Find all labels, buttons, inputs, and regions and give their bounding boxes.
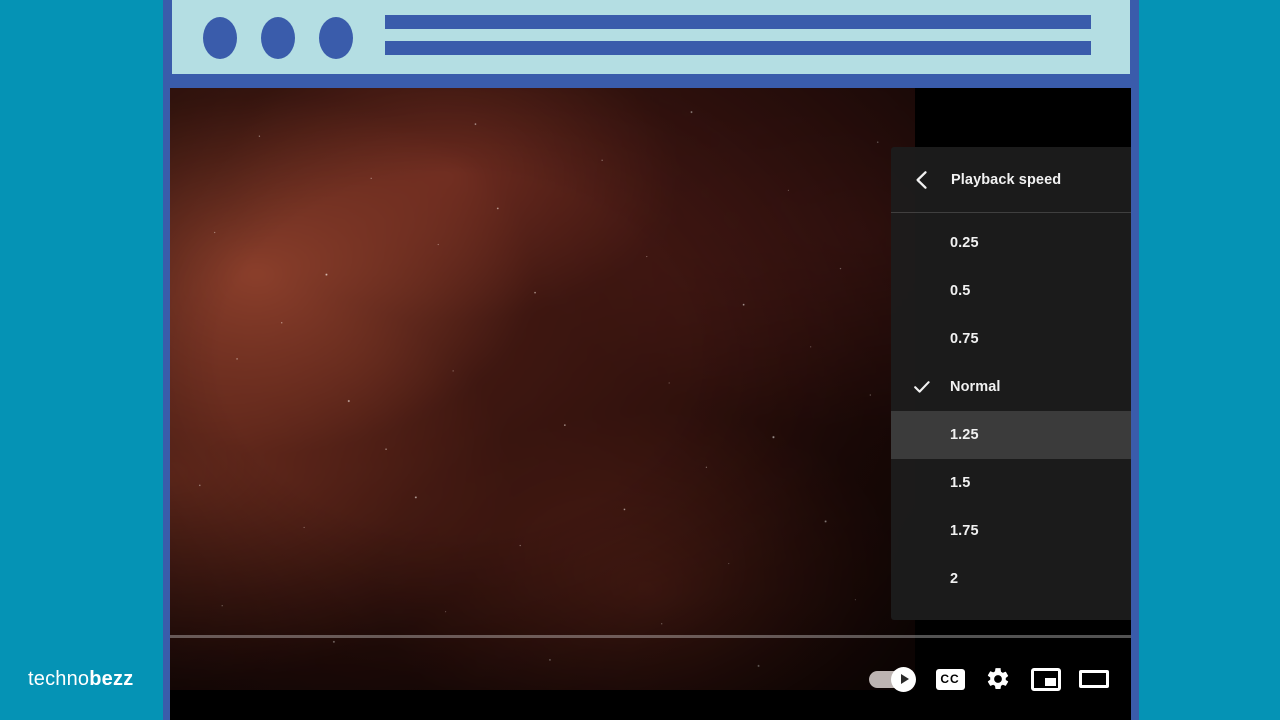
closed-captions-icon: CC (935, 668, 965, 690)
picture-in-picture-inner (1045, 677, 1056, 686)
check-icon-placeholder (910, 471, 934, 495)
playback-speed-option-label: 0.5 (950, 283, 971, 299)
fullscreen-button[interactable] (1070, 655, 1118, 703)
video-player[interactable]: CC Playback speed 0.25 0.5 0.75 Normal 1… (170, 88, 1131, 720)
playback-speed-option[interactable]: Normal (891, 363, 1131, 411)
autoplay-toggle-icon (869, 666, 916, 692)
check-icon (910, 375, 934, 399)
player-control-bar: CC (170, 638, 1131, 720)
closed-captions-button[interactable]: CC (926, 655, 974, 703)
playback-speed-option[interactable]: 2 (891, 555, 1131, 603)
playback-speed-option[interactable]: 0.5 (891, 267, 1131, 315)
browser-dot-2-icon[interactable] (261, 17, 295, 59)
video-vignette (170, 88, 915, 690)
check-icon-placeholder (910, 567, 934, 591)
browser-dot-1-icon[interactable] (203, 17, 237, 59)
check-icon-placeholder (910, 423, 934, 447)
address-bar-placeholder-2[interactable] (385, 41, 1091, 55)
playback-speed-option-label: 1.25 (950, 427, 979, 443)
picture-in-picture-icon (1031, 667, 1061, 691)
playback-speed-option[interactable]: 1.5 (891, 459, 1131, 507)
playback-speed-option[interactable]: 0.75 (891, 315, 1131, 363)
picture-in-picture-button[interactable] (1022, 655, 1070, 703)
check-icon-placeholder (910, 231, 934, 255)
autoplay-toggle[interactable] (862, 655, 918, 703)
browser-toolbar (172, 0, 1130, 74)
playback-speed-menu[interactable]: Playback speed 0.25 0.5 0.75 Normal 1.25 1.5 1… (891, 147, 1131, 620)
watermark-text-bold: bezz (89, 668, 134, 690)
playback-speed-option-label: 0.75 (950, 331, 979, 347)
check-icon-placeholder (910, 519, 934, 543)
playback-speed-option[interactable]: 0.25 (891, 219, 1131, 267)
address-bar-placeholder-1[interactable] (385, 15, 1091, 29)
gear-icon (987, 668, 1009, 689)
playback-speed-option-label: Normal (950, 379, 1001, 395)
playback-speed-option-label: 1.5 (950, 475, 971, 491)
playback-speed-option[interactable]: 1.25 (891, 411, 1131, 459)
playback-speed-option-label: 2 (950, 571, 959, 587)
playback-speed-option[interactable]: 1.75 (891, 507, 1131, 555)
browser-dot-3-icon[interactable] (319, 17, 353, 59)
chevron-left-icon[interactable] (910, 169, 932, 191)
settings-button[interactable] (974, 655, 1022, 703)
technobezz-watermark: technobezz (28, 668, 133, 691)
playback-speed-menu-title: Playback speed (951, 171, 1062, 188)
fullscreen-icon (1079, 670, 1109, 688)
check-icon-placeholder (910, 279, 934, 303)
watermark-text-light: techno (28, 668, 90, 690)
playback-speed-menu-header[interactable]: Playback speed (891, 147, 1131, 213)
playback-speed-options-list: 0.25 0.5 0.75 Normal 1.25 1.5 1.75 2 (891, 213, 1131, 603)
playback-speed-option-label: 1.75 (950, 523, 979, 539)
video-surface[interactable] (170, 88, 915, 690)
play-triangle-icon (900, 674, 909, 684)
check-icon-placeholder (910, 327, 934, 351)
playback-speed-option-label: 0.25 (950, 235, 979, 251)
autoplay-toggle-knob (891, 666, 916, 692)
